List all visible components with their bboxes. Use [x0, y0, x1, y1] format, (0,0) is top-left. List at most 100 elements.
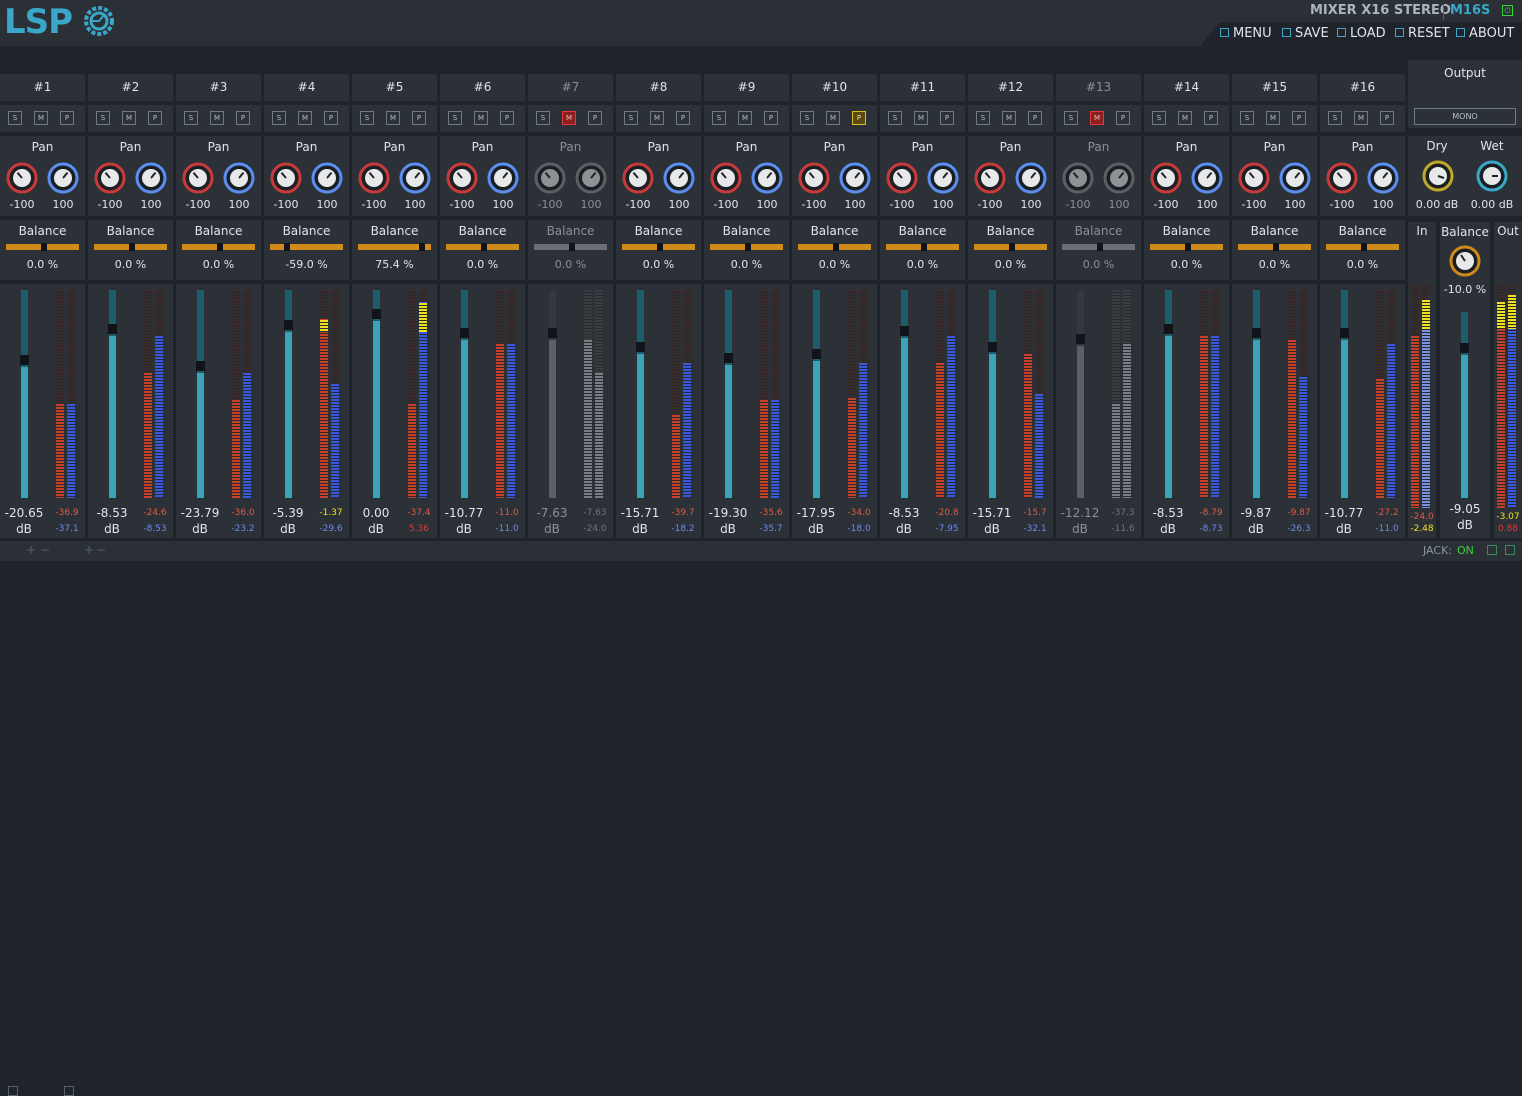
balance-handle[interactable]: [217, 243, 223, 251]
fader-handle[interactable]: [636, 342, 645, 352]
solo-button[interactable]: S: [8, 111, 22, 125]
solo-button[interactable]: S: [976, 111, 990, 125]
balance-handle[interactable]: [1361, 243, 1367, 251]
pan-right-knob[interactable]: [925, 160, 961, 196]
pan-right-knob[interactable]: [1101, 160, 1137, 196]
pan-right-knob[interactable]: [309, 160, 345, 196]
phase-button[interactable]: P: [588, 111, 602, 125]
zoom-in-icon[interactable]: +: [26, 543, 36, 557]
pan-right-knob[interactable]: [45, 160, 81, 196]
fader-handle[interactable]: [460, 328, 469, 338]
solo-button[interactable]: S: [624, 111, 638, 125]
fader-handle[interactable]: [196, 361, 205, 371]
balance-handle[interactable]: [129, 243, 135, 251]
pan-left-knob[interactable]: [972, 160, 1008, 196]
fader-handle[interactable]: [1164, 324, 1173, 334]
mute-button[interactable]: M: [826, 111, 840, 125]
pan-left-knob[interactable]: [180, 160, 216, 196]
fader-handle[interactable]: [1076, 334, 1085, 344]
balance-handle[interactable]: [569, 243, 575, 251]
fader-handle[interactable]: [724, 353, 733, 363]
pan-left-knob[interactable]: [92, 160, 128, 196]
solo-button[interactable]: S: [888, 111, 902, 125]
phase-button[interactable]: P: [1028, 111, 1042, 125]
phase-button[interactable]: P: [1116, 111, 1130, 125]
fader-handle[interactable]: [284, 320, 293, 330]
mute-button[interactable]: M: [738, 111, 752, 125]
pan-left-knob[interactable]: [796, 160, 832, 196]
pan-left-knob[interactable]: [884, 160, 920, 196]
phase-button[interactable]: P: [1380, 111, 1394, 125]
mono-button[interactable]: MONO: [1414, 108, 1516, 125]
power-icon[interactable]: ⏻: [1502, 5, 1513, 16]
pan-left-knob[interactable]: [1324, 160, 1360, 196]
phase-button[interactable]: P: [1204, 111, 1218, 125]
pan-left-knob[interactable]: [1060, 160, 1096, 196]
balance-slider[interactable]: [6, 243, 79, 251]
solo-button[interactable]: S: [1328, 111, 1342, 125]
fader-handle[interactable]: [1340, 328, 1349, 338]
fader-handle[interactable]: [108, 324, 117, 334]
pan-right-knob[interactable]: [749, 160, 785, 196]
mute-button[interactable]: M: [122, 111, 136, 125]
solo-button[interactable]: S: [1240, 111, 1254, 125]
fader-handle[interactable]: [372, 309, 381, 319]
phase-button[interactable]: P: [764, 111, 778, 125]
mute-button[interactable]: M: [1354, 111, 1368, 125]
balance-handle[interactable]: [284, 243, 290, 251]
pan-right-knob[interactable]: [661, 160, 697, 196]
fader-handle[interactable]: [900, 326, 909, 336]
mute-button[interactable]: M: [1090, 111, 1104, 125]
balance-handle[interactable]: [419, 243, 425, 251]
mute-button[interactable]: M: [650, 111, 664, 125]
phase-button[interactable]: P: [148, 111, 162, 125]
pan-right-knob[interactable]: [397, 160, 433, 196]
phase-button[interactable]: P: [676, 111, 690, 125]
pan-right-knob[interactable]: [485, 160, 521, 196]
balance-slider[interactable]: [1150, 243, 1223, 251]
pan-right-knob[interactable]: [221, 160, 257, 196]
save-button[interactable]: SAVE: [1282, 26, 1329, 41]
solo-button[interactable]: S: [800, 111, 814, 125]
balance-handle[interactable]: [1009, 243, 1015, 251]
balance-handle[interactable]: [41, 243, 47, 251]
pan-left-knob[interactable]: [444, 160, 480, 196]
solo-button[interactable]: S: [272, 111, 286, 125]
balance-slider[interactable]: [94, 243, 167, 251]
solo-button[interactable]: S: [360, 111, 374, 125]
balance-slider[interactable]: [886, 243, 959, 251]
balance-handle[interactable]: [745, 243, 751, 251]
balance-handle[interactable]: [833, 243, 839, 251]
pan-right-knob[interactable]: [1277, 160, 1313, 196]
wet-knob[interactable]: [1474, 158, 1510, 194]
mute-button[interactable]: M: [1266, 111, 1280, 125]
mute-button[interactable]: M: [298, 111, 312, 125]
remove-icon[interactable]: −: [96, 543, 106, 557]
balance-handle[interactable]: [921, 243, 927, 251]
mute-button[interactable]: M: [474, 111, 488, 125]
solo-button[interactable]: S: [712, 111, 726, 125]
balance-slider[interactable]: [446, 243, 519, 251]
solo-button[interactable]: S: [96, 111, 110, 125]
mute-button[interactable]: M: [914, 111, 928, 125]
menu-button[interactable]: MENU: [1220, 26, 1272, 41]
window-icon[interactable]: [8, 1086, 18, 1096]
fader-handle[interactable]: [20, 355, 29, 365]
balance-slider[interactable]: [974, 243, 1047, 251]
pan-left-knob[interactable]: [532, 160, 568, 196]
balance-slider[interactable]: [1062, 243, 1135, 251]
solo-button[interactable]: S: [1064, 111, 1078, 125]
fader-handle[interactable]: [548, 328, 557, 338]
solo-button[interactable]: S: [448, 111, 462, 125]
pan-right-knob[interactable]: [1013, 160, 1049, 196]
balance-handle[interactable]: [1185, 243, 1191, 251]
fader-handle[interactable]: [1252, 328, 1261, 338]
pan-right-knob[interactable]: [133, 160, 169, 196]
balance-slider[interactable]: [798, 243, 871, 251]
pan-left-knob[interactable]: [356, 160, 392, 196]
about-button[interactable]: ABOUT: [1456, 26, 1514, 41]
output-balance-knob[interactable]: [1447, 243, 1483, 279]
pan-left-knob[interactable]: [1148, 160, 1184, 196]
solo-button[interactable]: S: [1152, 111, 1166, 125]
pan-left-knob[interactable]: [268, 160, 304, 196]
